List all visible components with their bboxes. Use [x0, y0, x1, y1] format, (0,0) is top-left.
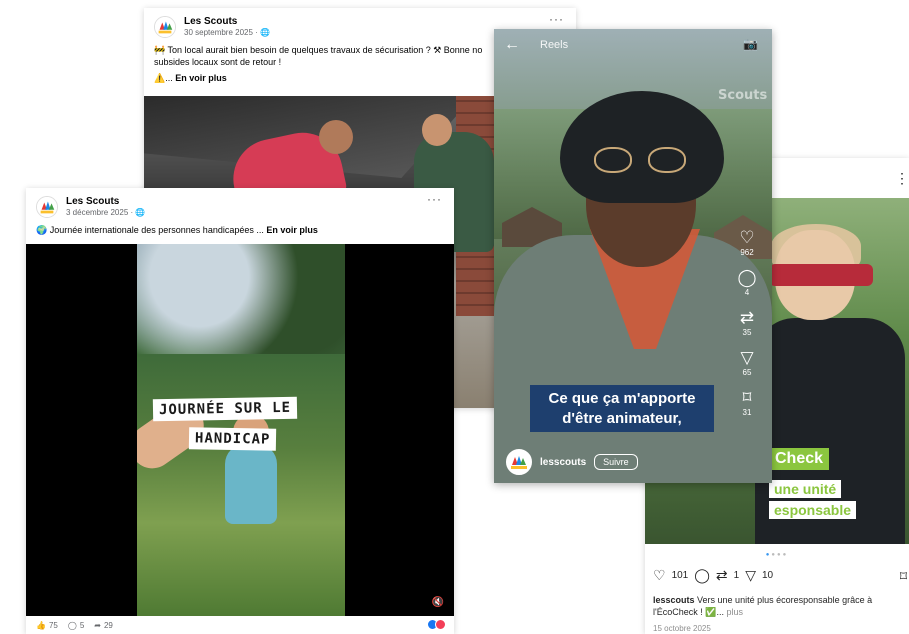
- love-reaction-icon: [435, 619, 446, 630]
- glasses: [594, 147, 686, 175]
- arrow-left-icon[interactable]: ←: [504, 36, 520, 54]
- share-icon[interactable]: ▽: [745, 568, 756, 582]
- comment-count: 4: [744, 288, 750, 297]
- post-date-text: 30 septembre 2025 ·: [184, 27, 261, 37]
- caption-more-link[interactable]: plus: [724, 607, 743, 617]
- post-actions: ♡ 101 ◯ ⇄ 1 ▽ 10: [653, 568, 773, 582]
- share-count: 65: [742, 368, 752, 377]
- comment-action[interactable]: ◯ 5: [68, 621, 84, 630]
- scouts-logo-icon: [508, 451, 530, 473]
- volume-muted-icon[interactable]: 🔇: [432, 597, 444, 608]
- follow-button[interactable]: Suivre: [594, 454, 638, 470]
- more-options-button[interactable]: ···: [549, 12, 564, 26]
- repost-icon[interactable]: ⇄: [716, 568, 728, 582]
- save-action[interactable]: ⌑ 31: [743, 389, 752, 417]
- screenshot-collage: Les Scouts 30 septembre 2025 · 🌐 ··· 🚧 T…: [0, 0, 909, 634]
- warning-prefix: ⚠️...: [154, 73, 176, 84]
- caption-username[interactable]: lesscouts: [653, 595, 695, 605]
- like-action[interactable]: ♡ 962: [739, 229, 754, 257]
- comment-count: 5: [79, 620, 85, 630]
- see-more-link[interactable]: En voir plus: [266, 225, 318, 235]
- send-icon: ▽: [740, 348, 754, 367]
- share-count: 10: [762, 569, 774, 581]
- scouts-logo-icon: [37, 197, 57, 217]
- bookmark-icon: ⌑: [742, 388, 752, 407]
- share-action[interactable]: ▽ 65: [740, 349, 753, 377]
- like-count: 75: [48, 620, 58, 630]
- globe-icon: 🌐: [135, 207, 146, 217]
- comment-action[interactable]: ◯ 4: [737, 269, 756, 297]
- person-head: [319, 120, 353, 154]
- les-scouts-avatar[interactable]: [154, 16, 176, 38]
- post-date[interactable]: 3 décembre 2025 · 🌐: [66, 208, 145, 217]
- page-name[interactable]: Les Scouts: [184, 16, 270, 28]
- comment-icon: ◯: [67, 620, 77, 630]
- post-meta: Les Scouts 3 décembre 2025 · 🌐: [66, 196, 145, 217]
- les-scouts-avatar[interactable]: [36, 196, 58, 218]
- more-options-button[interactable]: ···: [427, 192, 442, 206]
- bookmark-icon[interactable]: ⌑: [900, 568, 907, 585]
- post-text: 🌍 Journée internationale des personnes h…: [26, 218, 454, 236]
- save-count: 31: [742, 408, 752, 417]
- reel-author: lesscouts Suivre: [506, 449, 638, 475]
- page-name[interactable]: Les Scouts: [66, 196, 145, 208]
- reel-actions: ♡ 962 ◯ 4 ⇄ 35 ▽ 65 ⌑ 31: [732, 229, 762, 429]
- reels-title: Reels: [540, 39, 569, 51]
- share-count: 29: [103, 620, 113, 630]
- repost-count: 1: [733, 569, 740, 581]
- post-date: 15 octobre 2025: [653, 624, 711, 633]
- repost-icon: ⇄: [739, 308, 755, 327]
- comment-icon[interactable]: ◯: [694, 568, 710, 582]
- scouts-watermark: Scouts: [718, 88, 768, 103]
- like-action[interactable]: 👍 75: [36, 621, 58, 630]
- like-count: 101: [671, 569, 689, 581]
- scouts-logo-icon: [155, 17, 175, 37]
- post-header: Les Scouts 3 décembre 2025 · 🌐 ···: [26, 188, 454, 218]
- reel-top-bar: ← Reels: [494, 29, 772, 61]
- post-caption: lesscouts Vers une unité plus écorespons…: [653, 594, 909, 618]
- ecocheck-title: Check: [769, 448, 830, 470]
- instagram-reel: ← Reels 📷 Scouts ♡ 962 ◯ 4 ⇄ 35 ▽ 65 ⌑ 31 Ce …: [494, 29, 772, 483]
- person-head: [422, 114, 452, 146]
- globe-icon: 🌐: [260, 27, 271, 37]
- reaction-icons[interactable]: [427, 619, 446, 630]
- video-caption-line-1: JOURNÉE SUR LE: [152, 396, 298, 422]
- see-more-link[interactable]: En voir plus: [175, 73, 227, 83]
- repost-count: 35: [742, 328, 752, 337]
- heart-icon: ♡: [739, 228, 755, 247]
- overlay-line-1: une unité: [769, 480, 842, 498]
- repost-action[interactable]: ⇄ 35: [740, 309, 754, 337]
- post-text-body: 🌍 Journée internationale des personnes h…: [36, 225, 264, 235]
- more-options-button[interactable]: ⋮: [895, 170, 909, 187]
- video-background: [137, 244, 345, 354]
- share-action[interactable]: ➦ 29: [94, 621, 113, 630]
- comment-icon: ◯: [737, 268, 757, 287]
- red-blindfold: [769, 264, 873, 286]
- thumbs-up-icon: 👍: [36, 620, 46, 630]
- share-icon: ➦: [94, 620, 101, 630]
- carousel-dots: ●●●●: [765, 552, 789, 558]
- post-date[interactable]: 30 septembre 2025 · 🌐: [184, 28, 270, 37]
- heart-icon[interactable]: ♡: [653, 568, 666, 582]
- lesscouts-avatar[interactable]: [506, 449, 532, 475]
- child-running: [225, 444, 277, 524]
- reel-subtitle: Ce que ça m'apporte d'être animateur,: [530, 385, 714, 432]
- overlay-line-2: esponsable: [769, 501, 857, 519]
- video-frame: JOURNÉE SUR LE HANDICAP: [137, 244, 345, 616]
- like-count: 962: [740, 248, 754, 257]
- post-date-text: 3 décembre 2025 ·: [66, 207, 136, 217]
- reel-username[interactable]: lesscouts: [540, 457, 586, 468]
- post-footer: 👍 75 ◯ 5 ➦ 29: [26, 616, 454, 634]
- video-player[interactable]: JOURNÉE SUR LE HANDICAP 🔇: [26, 244, 454, 616]
- facebook-post-handicap-day: Les Scouts 3 décembre 2025 · 🌐 ··· 🌍 Jou…: [26, 188, 454, 634]
- camera-icon[interactable]: 📷: [743, 37, 758, 51]
- post-meta: Les Scouts 30 septembre 2025 · 🌐: [184, 16, 270, 37]
- video-caption-line-2: HANDICAP: [188, 427, 277, 451]
